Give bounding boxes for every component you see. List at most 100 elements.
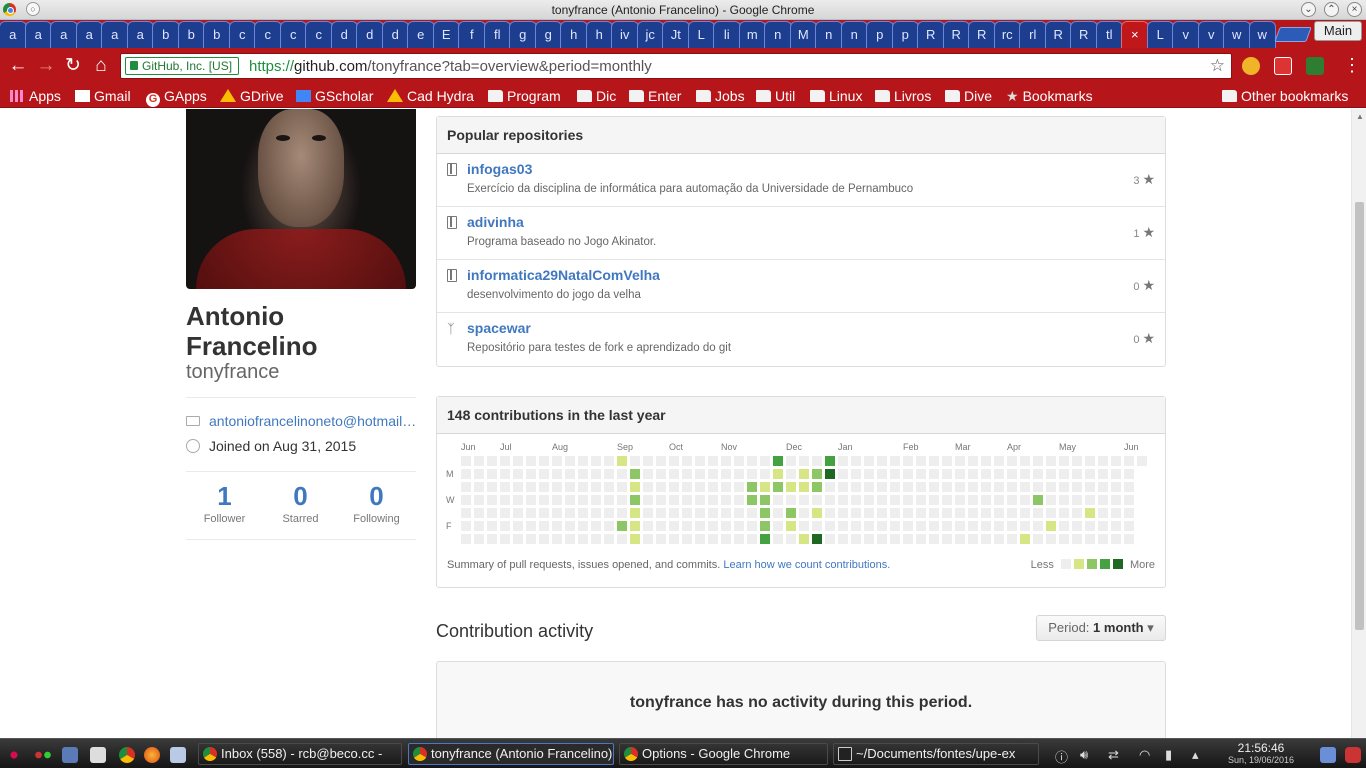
other-bookmarks[interactable]: Other bookmarks <box>1222 87 1348 105</box>
contribution-day[interactable] <box>526 469 536 479</box>
browser-tab[interactable]: rl <box>1019 21 1047 48</box>
contribution-day[interactable] <box>630 495 640 505</box>
battery-icon[interactable]: ▮ <box>1165 747 1172 763</box>
contribution-day[interactable] <box>942 508 952 518</box>
contribution-day[interactable] <box>565 469 575 479</box>
browser-tab[interactable]: n <box>764 21 792 48</box>
contribution-day[interactable] <box>903 534 913 544</box>
contribution-day[interactable] <box>695 469 705 479</box>
close-window-button[interactable]: × <box>1347 2 1362 17</box>
browser-tab[interactable]: g <box>509 21 537 48</box>
contribution-day[interactable] <box>1111 469 1121 479</box>
contribution-day[interactable] <box>695 482 705 492</box>
contribution-day[interactable] <box>864 508 874 518</box>
contribution-day[interactable] <box>1046 456 1056 466</box>
contribution-day[interactable] <box>1137 456 1147 466</box>
contribution-day[interactable] <box>1046 495 1056 505</box>
contribution-day[interactable] <box>1085 508 1095 518</box>
contribution-day[interactable] <box>539 495 549 505</box>
contribution-day[interactable] <box>1072 495 1082 505</box>
browser-tab[interactable]: c <box>228 21 256 48</box>
contribution-day[interactable] <box>773 521 783 531</box>
contribution-day[interactable] <box>760 495 770 505</box>
contribution-day[interactable] <box>578 508 588 518</box>
contribution-day[interactable] <box>1111 521 1121 531</box>
contribution-day[interactable] <box>1072 482 1082 492</box>
contribution-day[interactable] <box>812 508 822 518</box>
contribution-day[interactable] <box>799 534 809 544</box>
contribution-day[interactable] <box>578 534 588 544</box>
contribution-day[interactable] <box>760 482 770 492</box>
contribution-day[interactable] <box>929 469 939 479</box>
contribution-day[interactable] <box>565 482 575 492</box>
contribution-day[interactable] <box>643 482 653 492</box>
bookmark-program[interactable]: Program <box>488 87 561 105</box>
contribution-day[interactable] <box>1098 482 1108 492</box>
contribution-day[interactable] <box>500 456 510 466</box>
contribution-day[interactable] <box>669 456 679 466</box>
contribution-day[interactable] <box>513 521 523 531</box>
contribution-day[interactable] <box>669 469 679 479</box>
repo-stars[interactable]: 0 ★ <box>1133 330 1155 347</box>
contribution-day[interactable] <box>656 534 666 544</box>
contribution-day[interactable] <box>968 469 978 479</box>
contribution-day[interactable] <box>578 469 588 479</box>
contribution-day[interactable] <box>578 482 588 492</box>
contribution-day[interactable] <box>916 495 926 505</box>
ev-certificate-badge[interactable]: GitHub, Inc. [US] <box>125 57 240 75</box>
contribution-day[interactable] <box>747 482 757 492</box>
contribution-day[interactable] <box>994 508 1004 518</box>
contribution-day[interactable] <box>604 534 614 544</box>
contribution-day[interactable] <box>656 456 666 466</box>
contribution-day[interactable] <box>487 456 497 466</box>
contribution-day[interactable] <box>812 495 822 505</box>
browser-tab[interactable]: a <box>126 21 154 48</box>
contribution-day[interactable] <box>1020 469 1030 479</box>
contribution-day[interactable] <box>942 456 952 466</box>
contribution-day[interactable] <box>838 508 848 518</box>
contribution-day[interactable] <box>513 469 523 479</box>
volume-icon[interactable]: 🔊︎ <box>1080 747 1088 763</box>
contribution-day[interactable] <box>1098 521 1108 531</box>
contribution-day[interactable] <box>838 534 848 544</box>
browser-tab[interactable]: a <box>0 21 27 48</box>
contribution-day[interactable] <box>526 482 536 492</box>
contribution-day[interactable] <box>552 469 562 479</box>
page-scrollbar[interactable]: ▲ <box>1351 109 1366 738</box>
contribution-day[interactable] <box>1007 456 1017 466</box>
repo-stars[interactable]: 3 ★ <box>1133 171 1155 188</box>
forward-arrow-icon[interactable]: → <box>35 55 57 77</box>
contribution-day[interactable] <box>890 521 900 531</box>
stat-following[interactable]: 0 Following <box>338 481 415 525</box>
contribution-day[interactable] <box>656 495 666 505</box>
contribution-day[interactable] <box>461 482 471 492</box>
contribution-day[interactable] <box>864 495 874 505</box>
contribution-day[interactable] <box>695 456 705 466</box>
repo-name-link[interactable]: informatica29NatalComVelha <box>467 267 660 283</box>
contribution-day[interactable] <box>500 482 510 492</box>
contribution-day[interactable] <box>721 508 731 518</box>
browser-tab[interactable]: d <box>330 21 358 48</box>
contribution-day[interactable] <box>630 456 640 466</box>
contribution-day[interactable] <box>1124 495 1134 505</box>
contribution-day[interactable] <box>552 534 562 544</box>
contribution-day[interactable] <box>539 482 549 492</box>
browser-tab[interactable]: d <box>381 21 409 48</box>
contribution-day[interactable] <box>851 534 861 544</box>
contribution-day[interactable] <box>1072 469 1082 479</box>
contribution-day[interactable] <box>1098 495 1108 505</box>
contribution-day[interactable] <box>825 482 835 492</box>
firefox-launcher-icon[interactable] <box>144 747 160 763</box>
contribution-day[interactable] <box>734 469 744 479</box>
contribution-day[interactable] <box>851 469 861 479</box>
contribution-day[interactable] <box>955 456 965 466</box>
contribution-day[interactable] <box>747 456 757 466</box>
contribution-day[interactable] <box>825 456 835 466</box>
contribution-day[interactable] <box>513 495 523 505</box>
contribution-day[interactable] <box>1033 521 1043 531</box>
browser-tab[interactable]: tl <box>1095 21 1123 48</box>
contribution-day[interactable] <box>591 508 601 518</box>
contribution-day[interactable] <box>1046 534 1056 544</box>
maximize-button[interactable]: ⌃ <box>1324 2 1339 17</box>
contribution-day[interactable] <box>1046 469 1056 479</box>
